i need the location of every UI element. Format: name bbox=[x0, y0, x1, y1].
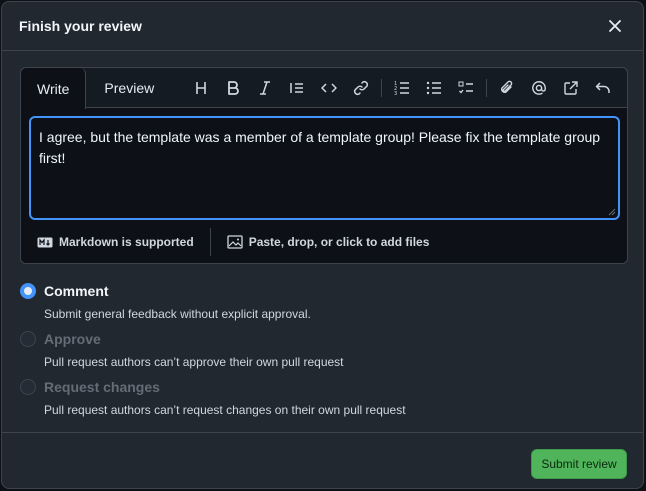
add-files-label: Paste, drop, or click to add files bbox=[248, 235, 430, 249]
tab-preview[interactable]: Preview bbox=[86, 68, 170, 108]
add-files-link[interactable]: Paste, drop, or click to add files bbox=[227, 235, 430, 249]
undo-icon bbox=[595, 82, 610, 93]
review-options: Comment Submit general feedback without … bbox=[20, 281, 620, 425]
comment-textarea[interactable]: I agree, but the template was a member o… bbox=[29, 116, 620, 220]
image-icon bbox=[227, 235, 243, 249]
mention-button[interactable] bbox=[523, 72, 555, 104]
editor-footer: Markdown is supported Paste, drop, or cl… bbox=[21, 220, 627, 263]
toolbar-divider bbox=[381, 79, 382, 97]
comment-text: I agree, but the template was a member o… bbox=[39, 129, 601, 166]
option-comment: Comment Submit general feedback without … bbox=[20, 281, 620, 329]
formatting-toolbar: 123 bbox=[185, 68, 627, 108]
task-list-icon bbox=[458, 81, 473, 94]
option-comment-description: Submit general feedback without explicit… bbox=[44, 307, 311, 321]
radio-comment[interactable] bbox=[20, 283, 36, 299]
option-request-changes-label: Request changes bbox=[44, 379, 160, 395]
comment-editor: Write Preview 1 2 3 I agree, but the tem… bbox=[20, 67, 628, 264]
radio-approve bbox=[20, 331, 36, 347]
unordered-list-button[interactable] bbox=[418, 72, 450, 104]
attach-button[interactable] bbox=[491, 72, 523, 104]
close-icon bbox=[609, 20, 621, 32]
close-button[interactable] bbox=[603, 14, 627, 38]
link-icon bbox=[353, 80, 369, 96]
dialog-footer: Submit review bbox=[2, 432, 643, 488]
markdown-label: Markdown is supported bbox=[59, 235, 194, 249]
markdown-help-link[interactable]: Markdown is supported bbox=[37, 235, 194, 249]
undo-button[interactable] bbox=[587, 72, 619, 104]
code-icon bbox=[321, 83, 337, 93]
quote-icon bbox=[290, 83, 303, 93]
toolbar-divider bbox=[486, 79, 487, 97]
reference-button[interactable] bbox=[555, 72, 587, 104]
footer-divider bbox=[209, 228, 211, 256]
resize-grip-icon[interactable] bbox=[608, 208, 616, 216]
task-list-button[interactable] bbox=[450, 72, 482, 104]
italic-icon bbox=[260, 81, 270, 95]
textarea-wrapper: I agree, but the template was a member o… bbox=[21, 108, 627, 220]
option-approve-description: Pull request authors can’t approve their… bbox=[44, 355, 344, 369]
option-request-changes: Request changes Pull request authors can… bbox=[20, 377, 620, 425]
radio-request-changes bbox=[20, 379, 36, 395]
option-approve: Approve Pull request authors can’t appro… bbox=[20, 329, 620, 377]
bold-button[interactable] bbox=[217, 72, 249, 104]
tab-write[interactable]: Write bbox=[21, 68, 87, 109]
heading-button[interactable] bbox=[185, 72, 217, 104]
dialog-title: Finish your review bbox=[19, 18, 142, 34]
italic-button[interactable] bbox=[249, 72, 281, 104]
mention-icon bbox=[532, 81, 546, 95]
submit-review-button[interactable]: Submit review bbox=[531, 449, 627, 479]
option-comment-label[interactable]: Comment bbox=[44, 281, 109, 301]
svg-text:3: 3 bbox=[394, 91, 397, 96]
markdown-icon bbox=[37, 237, 53, 247]
quote-button[interactable] bbox=[281, 72, 313, 104]
option-approve-label: Approve bbox=[44, 331, 101, 347]
code-button[interactable] bbox=[313, 72, 345, 104]
option-request-changes-description: Pull request authors can’t request chang… bbox=[44, 403, 406, 417]
link-button[interactable] bbox=[345, 72, 377, 104]
reference-icon bbox=[564, 81, 578, 95]
attach-icon bbox=[501, 80, 513, 93]
editor-tabbar: Write Preview 1 2 3 bbox=[21, 68, 627, 109]
unordered-list-icon bbox=[426, 81, 441, 95]
bold-icon bbox=[228, 81, 239, 95]
ordered-list-icon: 123 bbox=[394, 81, 409, 96]
ordered-list-button[interactable]: 123 bbox=[386, 72, 418, 104]
dialog-header: Finish your review bbox=[2, 2, 643, 51]
review-dialog: Finish your review Write Preview 1 2 3 I… bbox=[1, 1, 644, 489]
heading-icon bbox=[196, 82, 206, 94]
